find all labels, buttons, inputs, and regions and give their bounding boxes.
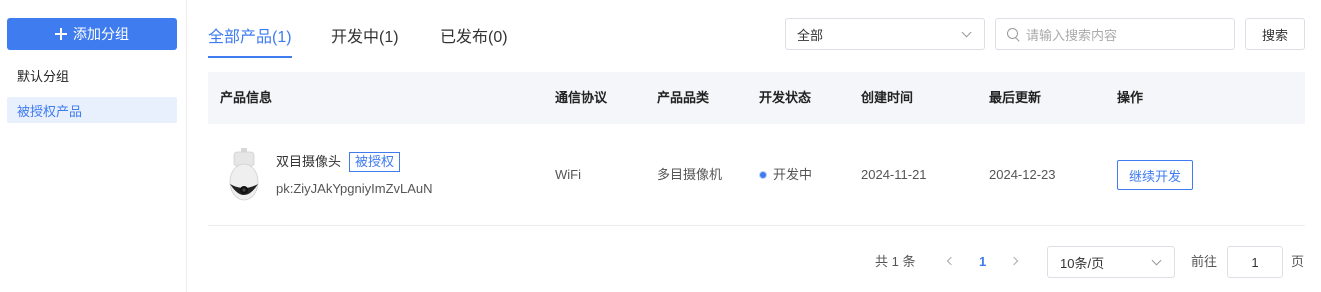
status-select[interactable]: 全部 (785, 18, 985, 50)
pagination-total: 共 1 条 (875, 254, 916, 269)
plus-icon (55, 28, 67, 40)
tab-label: 开发中(1) (331, 29, 399, 46)
goto-page-value: 1 (1251, 254, 1259, 270)
search-button[interactable]: 搜索 (1245, 18, 1305, 50)
page-unit-label: 页 (1291, 254, 1305, 269)
table-row: 双目摄像头 被授权 pk:ZiyJAkYpgniyImZvLAuN WiFi 多… (208, 124, 1305, 226)
updated-cell: 2024-12-23 (989, 167, 1056, 182)
chevron-right-icon[interactable] (1009, 256, 1019, 266)
protocol-cell: WiFi (555, 167, 581, 182)
continue-development-button[interactable]: 继续开发 (1117, 160, 1193, 190)
active-tab-underline (208, 56, 292, 58)
header-updated: 最后更新 (989, 90, 1042, 105)
page-number-current[interactable]: 1 (979, 246, 986, 278)
header-created: 创建时间 (861, 90, 914, 105)
status-dot-icon (759, 170, 767, 179)
group-item-authorized[interactable]: 被授权产品 (7, 97, 177, 123)
goto-label: 前往 (1191, 254, 1218, 269)
status-select-value: 全部 (797, 27, 824, 43)
header-actions: 操作 (1117, 90, 1144, 105)
tab-published[interactable]: 已发布(0) (440, 22, 508, 58)
tab-label: 已发布(0) (440, 29, 508, 46)
group-item-label: 被授权产品 (17, 103, 83, 119)
category-cell: 多目摄像机 (657, 167, 723, 182)
product-key: pk:ZiyJAkYpgniyImZvLAuN (276, 181, 433, 196)
search-placeholder: 请输入搜索内容 (1026, 27, 1118, 43)
continue-development-label: 继续开发 (1128, 168, 1181, 184)
header-protocol: 通信协议 (555, 90, 608, 105)
created-cell: 2024-11-21 (861, 167, 927, 182)
tab-all-products[interactable]: 全部产品(1) (208, 22, 292, 58)
product-name: 双目摄像头 被授权 (276, 152, 401, 172)
product-name-text: 双目摄像头 (276, 154, 342, 169)
page-size-select[interactable]: 10条/页 (1047, 246, 1175, 278)
header-category: 产品品类 (657, 90, 710, 105)
goto-page-input[interactable]: 1 (1227, 246, 1283, 278)
status-cell: 开发中 (759, 124, 812, 226)
header-status: 开发状态 (759, 90, 812, 105)
search-button-label: 搜索 (1261, 27, 1288, 43)
chevron-down-icon (961, 27, 972, 38)
tab-label: 全部产品(1) (208, 29, 292, 46)
authorized-badge: 被授权 (349, 152, 401, 172)
group-item-default[interactable]: 默认分组 (7, 62, 177, 88)
add-group-button[interactable]: 添加分组 (7, 18, 177, 50)
table-header: 产品信息 通信协议 产品品类 开发状态 创建时间 最后更新 操作 (208, 72, 1305, 124)
add-group-label: 添加分组 (73, 26, 129, 42)
header-product-info: 产品信息 (220, 90, 273, 105)
tab-in-development[interactable]: 开发中(1) (331, 22, 399, 58)
status-text: 开发中 (773, 167, 813, 182)
search-input[interactable]: 请输入搜索内容 (995, 18, 1235, 50)
chevron-left-icon[interactable] (946, 256, 956, 266)
camera-product-image (229, 148, 259, 201)
page-size-value: 10条/页 (1060, 255, 1105, 271)
sidebar: 添加分组 默认分组 被授权产品 (0, 0, 187, 292)
search-icon (1007, 28, 1018, 39)
chevron-down-icon (1151, 255, 1162, 266)
group-item-label: 默认分组 (17, 68, 70, 84)
